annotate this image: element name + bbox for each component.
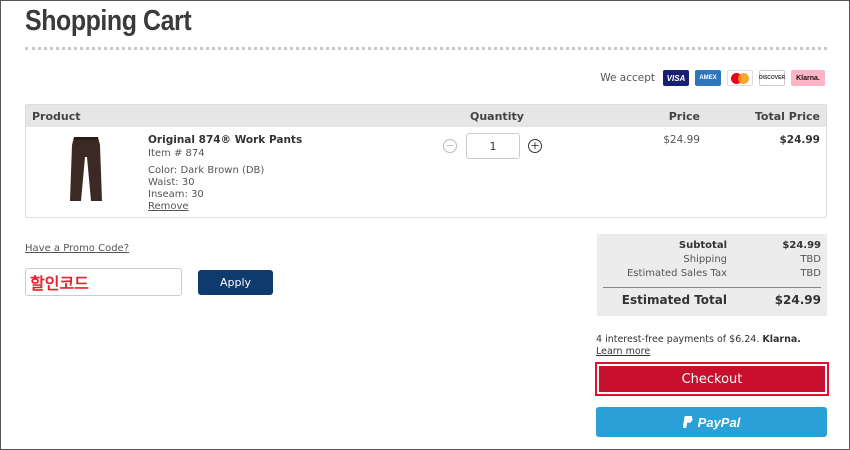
order-summary: Subtotal $24.99 Shipping TBD Estimated S… [597, 234, 827, 316]
klarna-brand: Klarna. [762, 334, 801, 345]
page-title: Shopping Cart [25, 5, 192, 37]
estimated-total-label: Estimated Total [621, 293, 727, 307]
summary-divider [603, 287, 821, 288]
paypal-button[interactable]: PayPal [596, 407, 827, 437]
klarna-installments: 4 interest-free payments of $6.24. Klarn… [596, 334, 801, 345]
header-total-price: Total Price [754, 110, 820, 123]
decrease-quantity-icon[interactable]: − [443, 139, 457, 153]
increase-quantity-icon[interactable]: + [528, 139, 542, 153]
checkout-highlight: Checkout [595, 362, 829, 396]
klarna-installments-text: 4 interest-free payments of $6.24. [596, 334, 760, 345]
cart-table-header: Product Quantity Price Total Price [26, 105, 826, 127]
cart-table: Product Quantity Price Total Price Origi… [25, 104, 827, 218]
product-name[interactable]: Original 874® Work Pants [148, 134, 302, 146]
apply-button[interactable]: Apply [198, 270, 273, 295]
quantity-input[interactable] [466, 133, 520, 159]
product-item-number: Item # 874 [148, 148, 205, 159]
line-total: $24.99 [779, 134, 820, 146]
shipping-label: Shipping [683, 254, 727, 265]
paypal-icon [682, 416, 693, 428]
promo-code-input[interactable] [25, 268, 182, 296]
accept-label: We accept [600, 72, 655, 84]
klarna-icon: Klarna. [791, 70, 825, 86]
amex-icon: AMEX [695, 70, 721, 86]
checkout-button[interactable]: Checkout [599, 366, 825, 392]
product-waist: Waist: 30 [148, 177, 195, 188]
remove-link[interactable]: Remove [148, 201, 189, 212]
header-quantity: Quantity [470, 110, 524, 123]
paypal-label: PayPal [697, 414, 741, 430]
product-color: Color: Dark Brown (DB) [148, 165, 265, 176]
subtotal-label: Subtotal [678, 240, 727, 251]
tax-label: Estimated Sales Tax [627, 268, 727, 279]
mastercard-icon [727, 70, 753, 86]
promo-code-link[interactable]: Have a Promo Code? [25, 243, 129, 254]
visa-icon: VISA [663, 70, 689, 86]
discover-icon: DISCOVER [759, 70, 785, 86]
page-frame: Shopping Cart We accept VISA AMEX DISCOV… [0, 0, 850, 450]
unit-price: $24.99 [663, 134, 700, 146]
accepted-payments: We accept VISA AMEX DISCOVER Klarna. [600, 70, 825, 86]
product-image[interactable] [66, 135, 106, 205]
learn-more-link[interactable]: Learn more [596, 346, 650, 357]
header-price: Price [668, 110, 700, 123]
product-inseam: Inseam: 30 [148, 189, 204, 200]
header-product: Product [32, 110, 81, 123]
shipping-value: TBD [800, 254, 821, 265]
subtotal-value: $24.99 [782, 240, 821, 251]
tax-value: TBD [800, 268, 821, 279]
estimated-total-value: $24.99 [774, 293, 821, 307]
title-divider [25, 47, 827, 50]
